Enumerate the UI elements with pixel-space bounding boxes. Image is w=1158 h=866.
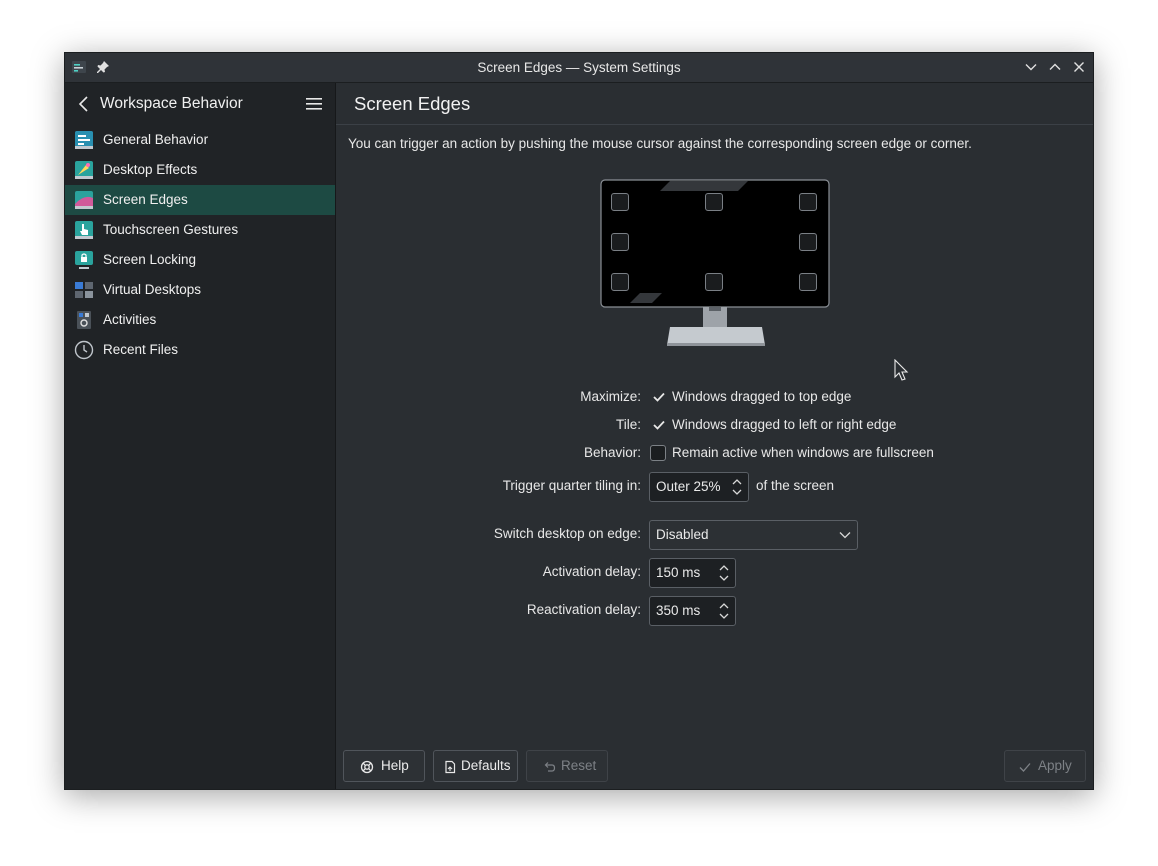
apply-button-label: Apply xyxy=(1038,758,1072,773)
sidebar-item-desktop-effects[interactable]: Desktop Effects xyxy=(65,155,335,185)
spin-arrows-icon[interactable] xyxy=(731,477,743,497)
sidebar-item-label: Virtual Desktops xyxy=(103,282,202,297)
right-edge-action[interactable] xyxy=(799,233,817,251)
sidebar-item-label: Activities xyxy=(103,312,157,327)
sidebar-item-screen-locking[interactable]: Screen Locking xyxy=(65,245,335,275)
quarter-tiling-spinbox[interactable]: Outer 25% xyxy=(649,472,749,502)
intro-text: You can trigger an action by pushing the… xyxy=(348,136,972,151)
tile-checkbox[interactable] xyxy=(651,417,667,433)
title-bar[interactable]: Screen Edges — System Settings xyxy=(65,53,1093,83)
maximize-label: Maximize: xyxy=(580,389,641,404)
main-content: Screen Edges You can trigger an action b… xyxy=(336,83,1093,789)
sidebar-item-touchscreen-gestures[interactable]: Touchscreen Gestures xyxy=(65,215,335,245)
recent-files-icon xyxy=(74,340,94,360)
hamburger-menu-icon[interactable] xyxy=(305,96,323,112)
touchscreen-gestures-icon xyxy=(75,221,93,239)
back-arrow-icon[interactable] xyxy=(77,95,91,113)
spin-arrows-icon[interactable] xyxy=(718,563,730,583)
fullscreen-active-checkbox[interactable] xyxy=(650,445,666,461)
sidebar-item-screen-edges[interactable]: Screen Edges xyxy=(65,185,335,215)
checkmark-icon xyxy=(653,420,665,430)
screen-edges-icon xyxy=(75,191,93,209)
quarter-tiling-suffix: of the screen xyxy=(756,478,835,493)
sidebar-list: General Behavior Desktop Effects Screen … xyxy=(65,125,335,365)
maximize-button[interactable] xyxy=(1047,59,1063,75)
checkmark-icon xyxy=(1019,763,1031,772)
mouse-cursor-icon xyxy=(894,359,909,381)
window-title: Screen Edges — System Settings xyxy=(477,60,681,75)
activation-delay-spinbox[interactable]: 150 ms xyxy=(649,558,736,588)
defaults-button-label: Defaults xyxy=(461,758,511,773)
checkmark-icon xyxy=(653,392,665,402)
sidebar: Workspace Behavior General Behavior Desk… xyxy=(65,83,336,789)
tile-option-text[interactable]: Windows dragged to left or right edge xyxy=(672,417,896,432)
sidebar-item-label: Recent Files xyxy=(103,342,179,357)
document-defaults-icon xyxy=(445,760,456,774)
left-edge-action[interactable] xyxy=(611,233,629,251)
top-edge-action[interactable] xyxy=(705,193,723,211)
switch-desktop-label: Switch desktop on edge: xyxy=(493,526,641,541)
help-button-label: Help xyxy=(381,758,409,773)
sidebar-item-activities[interactable]: Activities xyxy=(65,305,335,335)
reset-button[interactable]: Reset xyxy=(526,750,608,782)
behavior-label: Behavior: xyxy=(583,445,641,460)
chevron-down-icon xyxy=(839,532,851,539)
switch-desktop-value: Disabled xyxy=(656,527,709,542)
tile-label: Tile: xyxy=(615,417,641,432)
page-title: Screen Edges xyxy=(354,93,471,114)
bottom-left-corner-action[interactable] xyxy=(611,273,629,291)
close-button[interactable] xyxy=(1071,59,1087,75)
screen-edges-monitor xyxy=(600,179,832,349)
reactivation-delay-value: 350 ms xyxy=(656,603,701,618)
page-header: Screen Edges xyxy=(336,83,1093,125)
sidebar-item-label: Screen Edges xyxy=(103,192,188,207)
sidebar-title: Workspace Behavior xyxy=(100,95,243,112)
bottom-right-corner-action[interactable] xyxy=(799,273,817,291)
maximize-checkbox[interactable] xyxy=(651,389,667,405)
sidebar-item-label: Touchscreen Gestures xyxy=(103,222,239,237)
reactivation-delay-label: Reactivation delay: xyxy=(526,602,641,617)
virtual-desktops-icon xyxy=(75,282,93,298)
screen-locking-icon xyxy=(75,251,93,269)
undo-icon xyxy=(544,762,556,772)
system-settings-window: Screen Edges — System Settings Workspace… xyxy=(64,52,1094,790)
defaults-button[interactable]: Defaults xyxy=(433,750,518,782)
sidebar-item-recent-files[interactable]: Recent Files xyxy=(65,335,335,365)
top-left-corner-action[interactable] xyxy=(611,193,629,211)
sidebar-item-virtual-desktops[interactable]: Virtual Desktops xyxy=(65,275,335,305)
sidebar-header: Workspace Behavior xyxy=(65,83,335,125)
reactivation-delay-spinbox[interactable]: 350 ms xyxy=(649,596,736,626)
activities-icon xyxy=(77,311,91,329)
reset-button-label: Reset xyxy=(561,758,597,773)
help-icon xyxy=(360,760,374,774)
sidebar-item-label: Screen Locking xyxy=(103,252,197,267)
desktop-effects-icon xyxy=(75,161,93,179)
minimize-button[interactable] xyxy=(1023,59,1039,75)
maximize-option-text[interactable]: Windows dragged to top edge xyxy=(672,389,851,404)
activation-delay-label: Activation delay: xyxy=(542,564,641,579)
switch-desktop-dropdown[interactable]: Disabled xyxy=(649,520,858,550)
sidebar-item-label: General Behavior xyxy=(103,132,209,147)
top-right-corner-action[interactable] xyxy=(799,193,817,211)
quarter-tiling-value: Outer 25% xyxy=(656,479,721,494)
spin-arrows-icon[interactable] xyxy=(718,601,730,621)
quarter-tiling-label: Trigger quarter tiling in: xyxy=(502,478,641,493)
bottom-edge-action[interactable] xyxy=(705,273,723,291)
sidebar-item-general-behavior[interactable]: General Behavior xyxy=(65,125,335,155)
behavior-option-text[interactable]: Remain active when windows are fullscree… xyxy=(672,445,934,460)
apply-button[interactable]: Apply xyxy=(1004,750,1086,782)
sidebar-item-label: Desktop Effects xyxy=(103,162,198,177)
general-behavior-icon xyxy=(75,131,93,149)
help-button[interactable]: Help xyxy=(343,750,425,782)
activation-delay-value: 150 ms xyxy=(656,565,701,580)
